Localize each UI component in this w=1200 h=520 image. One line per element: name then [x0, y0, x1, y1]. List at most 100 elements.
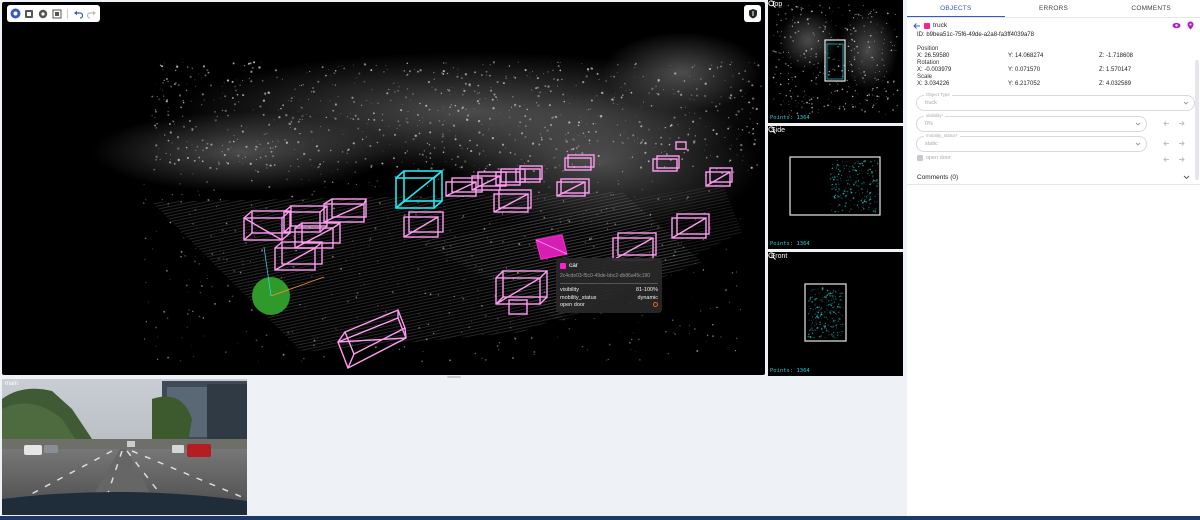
- coord-z: Z: -1.718608: [1099, 53, 1134, 59]
- viewport-toolbar: [7, 5, 100, 22]
- object-actions: [1172, 21, 1194, 30]
- resize-handle[interactable]: [447, 376, 461, 378]
- box-tool-icon[interactable]: [24, 8, 35, 20]
- arrow-left-icon[interactable]: [1163, 120, 1170, 127]
- row-value: dynamic: [637, 294, 658, 301]
- visibility-select[interactable]: visibility* 0%: [916, 113, 1147, 132]
- open-door-checkbox[interactable]: open door: [907, 155, 1200, 161]
- tooltip-header: car: [560, 262, 658, 269]
- front-view[interactable]: Front Points: 1364: [768, 252, 903, 376]
- arrow-right-icon[interactable]: [1178, 140, 1185, 147]
- scale-label: Scale: [917, 74, 933, 80]
- field-value: truck: [925, 100, 937, 106]
- object-type-select[interactable]: Object Type truck: [916, 92, 1195, 111]
- camera-label: main: [5, 381, 19, 387]
- tooltip-row: mobility_status dynamic: [560, 295, 658, 301]
- coord-x: X: 3.034226: [917, 81, 950, 87]
- field-value: 0%: [925, 121, 933, 127]
- tab-errors[interactable]: ERRORS: [1005, 0, 1103, 17]
- visibility-row: visibility* 0%: [907, 113, 1200, 132]
- panel-tabs: OBJECTS ERRORS COMMENTS: [907, 0, 1200, 18]
- position-values: X: 26.59580 Y: 14.068274 Z: -1.718608: [907, 53, 1200, 59]
- coord-z: Z: 4.032589: [1099, 81, 1132, 87]
- points-count: Points: 1364: [770, 241, 810, 247]
- fit-icon[interactable]: [51, 8, 62, 20]
- toolbar-divider: [66, 8, 68, 19]
- mobility-status-select[interactable]: mobility_status* static: [916, 133, 1147, 152]
- chevron-down-icon: [1135, 122, 1141, 126]
- object-header: truck: [907, 20, 1200, 31]
- field-legend: Object Type: [924, 92, 952, 97]
- navigate-arrows: [1163, 156, 1185, 163]
- chevron-down-icon: [1183, 175, 1190, 180]
- position-label: Position: [917, 46, 939, 52]
- arrow-right-icon[interactable]: [1178, 156, 1185, 163]
- chevron-down-icon: [1183, 101, 1189, 105]
- tooltip-class: car: [569, 262, 579, 269]
- row-value: 81-100%: [635, 287, 658, 293]
- tooltip-row: open door: [560, 302, 658, 308]
- coord-y: Y: 6.217052: [1008, 81, 1041, 87]
- arrow-right-icon[interactable]: [1178, 120, 1185, 127]
- scale-values: X: 3.034226 Y: 6.217052 Z: 4.032589: [907, 81, 1200, 87]
- point-cloud-viewport[interactable]: car 2c4cde03-f5c0-49de-bbc2-db86a45c190 …: [2, 2, 765, 375]
- cuboid-car-highlighted[interactable]: [535, 234, 568, 260]
- mobility-row: mobility_status* static: [907, 133, 1200, 152]
- object-class: truck: [933, 22, 948, 29]
- field-legend: visibility*: [924, 113, 946, 118]
- bottom-bar: [0, 516, 1200, 520]
- annotation-tool: car 2c4cde03-f5c0-49de-bbc2-db86a45c190 …: [0, 0, 1200, 520]
- front-view-points: [804, 283, 847, 342]
- pan-tool-icon[interactable]: [10, 8, 21, 20]
- coord-y: Y: 14.068274: [1008, 53, 1044, 59]
- navigate-arrows: [1163, 120, 1185, 127]
- tab-objects[interactable]: OBJECTS: [907, 0, 1005, 17]
- open-door-row: open door: [907, 155, 1200, 165]
- panel-scrollbar[interactable]: [1195, 60, 1199, 180]
- checkbox-box[interactable]: [917, 155, 923, 161]
- street-photo: [2, 379, 247, 515]
- class-color-swatch: [924, 22, 930, 29]
- row-key: mobility_status: [560, 294, 597, 301]
- back-arrow-icon[interactable]: [913, 22, 921, 30]
- arrow-left-icon[interactable]: [1163, 156, 1170, 163]
- eye-icon[interactable]: [1172, 22, 1181, 29]
- coord-x: X: 26.59580: [917, 53, 950, 59]
- chevron-down-icon: [1135, 142, 1141, 146]
- coord-x: X: -0.003979: [917, 67, 952, 73]
- tooltip-id: 2c4cde03-f5c0-49de-bbc2-db86a45c190: [560, 273, 651, 279]
- field-legend: mobility_status*: [924, 133, 960, 138]
- points-count: Points: 1364: [770, 115, 810, 121]
- arrow-left-icon[interactable]: [1163, 140, 1170, 147]
- redo-icon[interactable]: [86, 8, 97, 20]
- rotation-label: Rotation: [917, 60, 940, 66]
- zoom-icon[interactable]: [768, 126, 776, 134]
- coord-y: Y: 0.071570: [1008, 67, 1041, 73]
- location-pin-icon[interactable]: [1187, 21, 1194, 30]
- object-id: ID: b9bea51c-75f6-49de-a2a8-fa3ff4039a78: [917, 32, 1034, 38]
- top-view-points: [772, 4, 899, 116]
- flag-icon: [653, 302, 658, 307]
- zoom-icon[interactable]: [768, 252, 776, 260]
- row-key: visibility: [560, 287, 579, 293]
- top-view[interactable]: Top Points: 1364: [768, 0, 903, 123]
- navigate-arrows: [1163, 140, 1185, 147]
- inspector-panel: OBJECTS ERRORS COMMENTS truck ID: b9bea5…: [907, 0, 1200, 516]
- side-view[interactable]: Side Points: 1364: [768, 126, 903, 249]
- polygon-tool-icon[interactable]: [38, 8, 49, 20]
- point-cloud-scene: [92, 32, 765, 369]
- undo-icon[interactable]: [73, 8, 84, 20]
- tab-comments[interactable]: COMMENTS: [1102, 0, 1200, 17]
- shield-icon[interactable]: [744, 5, 761, 22]
- class-color-swatch: [560, 262, 566, 269]
- coord-z: Z: 1.570147: [1099, 67, 1132, 73]
- tooltip-divider: [560, 283, 658, 284]
- row-key: open door: [560, 302, 585, 308]
- field-value: static: [925, 141, 938, 147]
- comments-label: Comments (0): [917, 174, 959, 181]
- comments-section[interactable]: Comments (0): [907, 171, 1200, 185]
- side-view-points: [789, 156, 881, 216]
- camera-image[interactable]: main: [2, 379, 247, 515]
- zoom-icon[interactable]: [768, 0, 776, 8]
- object-tooltip: car 2c4cde03-f5c0-49de-bbc2-db86a45c190 …: [556, 258, 662, 313]
